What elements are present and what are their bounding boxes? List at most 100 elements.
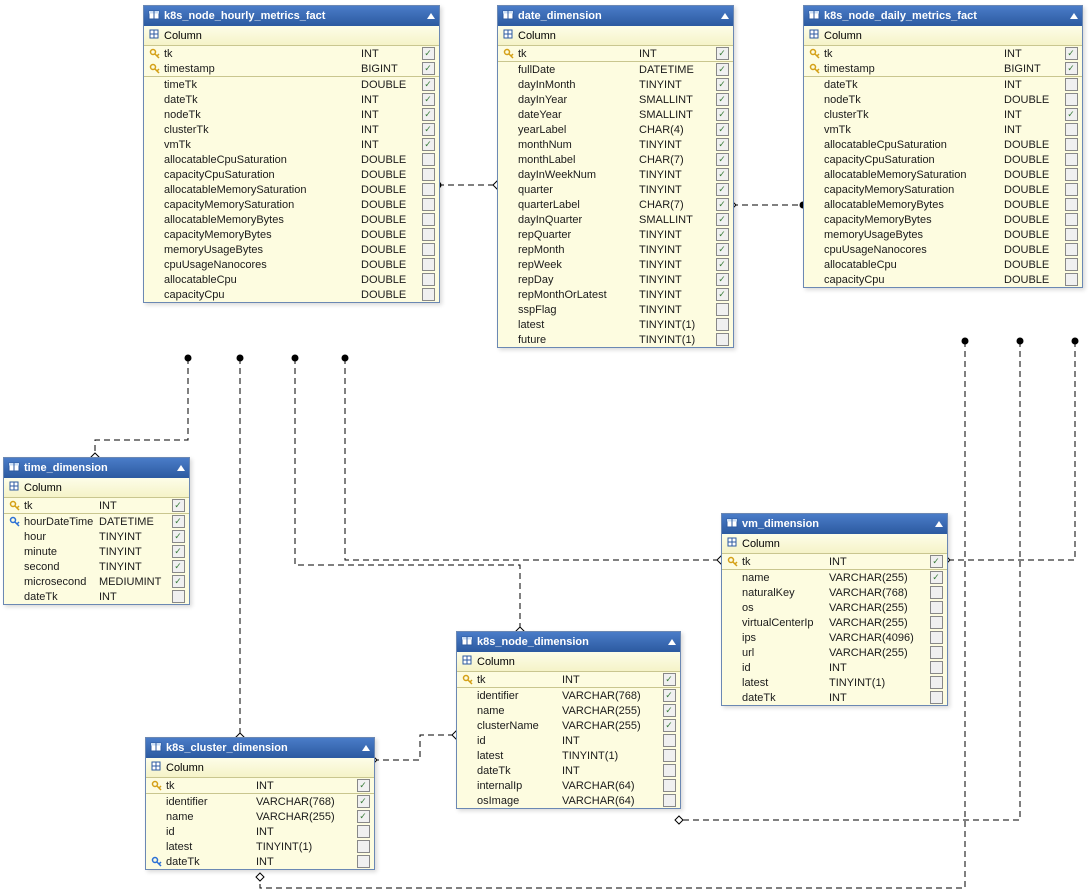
column-checkbox[interactable] xyxy=(421,153,435,166)
column-checkbox[interactable] xyxy=(715,228,729,241)
column-checkbox[interactable] xyxy=(662,779,676,792)
column-checkbox[interactable] xyxy=(662,794,676,807)
column-checkbox[interactable] xyxy=(421,168,435,181)
table-row[interactable]: dateTkINT xyxy=(804,76,1082,92)
column-checkbox[interactable] xyxy=(171,575,185,588)
column-checkbox[interactable] xyxy=(715,243,729,256)
column-checkbox[interactable] xyxy=(421,273,435,286)
table-row[interactable]: dayInMonthTINYINT xyxy=(498,77,733,92)
table-row[interactable]: fullDateDATETIME xyxy=(498,61,733,77)
table-row[interactable]: nodeTkDOUBLE xyxy=(804,92,1082,107)
table-row[interactable]: osImageVARCHAR(64) xyxy=(457,793,680,808)
table-row[interactable]: virtualCenterIpVARCHAR(255) xyxy=(722,615,947,630)
table-row[interactable]: tkINT xyxy=(146,778,374,793)
table-row[interactable]: yearLabelCHAR(4) xyxy=(498,122,733,137)
column-checkbox[interactable] xyxy=(1064,62,1078,75)
table-vm_dim[interactable]: vm_dimensionColumntkINTnameVARCHAR(255)n… xyxy=(721,513,948,706)
column-checkbox[interactable] xyxy=(1064,228,1078,241)
table-row[interactable]: latestTINYINT(1) xyxy=(146,839,374,854)
table-row[interactable]: dateTkINT xyxy=(457,763,680,778)
column-checkbox[interactable] xyxy=(356,840,370,853)
column-checkbox[interactable] xyxy=(421,47,435,60)
table-row[interactable]: allocatableCpuSaturationDOUBLE xyxy=(144,152,439,167)
column-checkbox[interactable] xyxy=(715,47,729,60)
column-checkbox[interactable] xyxy=(662,734,676,747)
table-row[interactable]: allocatableMemorySaturationDOUBLE xyxy=(144,182,439,197)
column-checkbox[interactable] xyxy=(715,168,729,181)
column-checkbox[interactable] xyxy=(1064,108,1078,121)
table-row[interactable]: capacityCpuSaturationDOUBLE xyxy=(144,167,439,182)
column-checkbox[interactable] xyxy=(1064,153,1078,166)
table-row[interactable]: nodeTkINT xyxy=(144,107,439,122)
table-row[interactable]: idINT xyxy=(146,824,374,839)
table-daily[interactable]: k8s_node_daily_metrics_factColumntkINTti… xyxy=(803,5,1083,288)
column-checkbox[interactable] xyxy=(715,333,729,346)
collapse-icon[interactable] xyxy=(668,639,676,645)
table-row[interactable]: memoryUsageBytesDOUBLE xyxy=(144,242,439,257)
table-row[interactable]: repMonthOrLatestTINYINT xyxy=(498,287,733,302)
table-row[interactable]: nameVARCHAR(255) xyxy=(722,569,947,585)
column-checkbox[interactable] xyxy=(715,318,729,331)
table-row[interactable]: clusterTkINT xyxy=(144,122,439,137)
column-checkbox[interactable] xyxy=(1064,168,1078,181)
table-row[interactable]: monthLabelCHAR(7) xyxy=(498,152,733,167)
table-row[interactable]: hourDateTimeDATETIME xyxy=(4,513,189,529)
table-row[interactable]: tkINT xyxy=(144,46,439,61)
column-checkbox[interactable] xyxy=(421,198,435,211)
column-checkbox[interactable] xyxy=(356,825,370,838)
column-checkbox[interactable] xyxy=(421,62,435,75)
column-checkbox[interactable] xyxy=(929,631,943,644)
column-checkbox[interactable] xyxy=(421,288,435,301)
column-checkbox[interactable] xyxy=(421,123,435,136)
column-checkbox[interactable] xyxy=(171,515,185,528)
column-checkbox[interactable] xyxy=(421,243,435,256)
table-row[interactable]: allocatableCpuSaturationDOUBLE xyxy=(804,137,1082,152)
table-row[interactable]: capacityMemorySaturationDOUBLE xyxy=(804,182,1082,197)
column-checkbox[interactable] xyxy=(1064,183,1078,196)
table-header[interactable]: k8s_node_hourly_metrics_fact xyxy=(144,6,439,26)
table-row[interactable]: dateTkINT xyxy=(144,92,439,107)
table-header[interactable]: k8s_node_dimension xyxy=(457,632,680,652)
table-row[interactable]: quarterLabelCHAR(7) xyxy=(498,197,733,212)
table-row[interactable]: dayInYearSMALLINT xyxy=(498,92,733,107)
column-checkbox[interactable] xyxy=(421,78,435,91)
collapse-icon[interactable] xyxy=(177,465,185,471)
column-checkbox[interactable] xyxy=(356,855,370,868)
column-checkbox[interactable] xyxy=(715,258,729,271)
column-checkbox[interactable] xyxy=(356,795,370,808)
table-row[interactable]: repQuarterTINYINT xyxy=(498,227,733,242)
column-checkbox[interactable] xyxy=(662,704,676,717)
column-checkbox[interactable] xyxy=(715,213,729,226)
column-checkbox[interactable] xyxy=(715,138,729,151)
column-checkbox[interactable] xyxy=(421,93,435,106)
column-checkbox[interactable] xyxy=(421,183,435,196)
collapse-icon[interactable] xyxy=(1070,13,1078,19)
column-checkbox[interactable] xyxy=(171,530,185,543)
table-header[interactable]: k8s_node_daily_metrics_fact xyxy=(804,6,1082,26)
column-checkbox[interactable] xyxy=(929,661,943,674)
column-checkbox[interactable] xyxy=(715,93,729,106)
table-row[interactable]: capacityCpuDOUBLE xyxy=(144,287,439,302)
column-checkbox[interactable] xyxy=(421,228,435,241)
column-checkbox[interactable] xyxy=(929,676,943,689)
table-row[interactable]: monthNumTINYINT xyxy=(498,137,733,152)
collapse-icon[interactable] xyxy=(721,13,729,19)
table-row[interactable]: vmTkINT xyxy=(144,137,439,152)
table-row[interactable]: cpuUsageNanocoresDOUBLE xyxy=(804,242,1082,257)
table-row[interactable]: timestampBIGINT xyxy=(804,61,1082,76)
table-node_dim[interactable]: k8s_node_dimensionColumntkINTidentifierV… xyxy=(456,631,681,809)
column-checkbox[interactable] xyxy=(1064,198,1078,211)
table-time_dim[interactable]: time_dimensionColumntkINThourDateTimeDAT… xyxy=(3,457,190,605)
column-checkbox[interactable] xyxy=(171,545,185,558)
table-row[interactable]: vmTkINT xyxy=(804,122,1082,137)
table-row[interactable]: idINT xyxy=(457,733,680,748)
table-header[interactable]: time_dimension xyxy=(4,458,189,478)
table-row[interactable]: timestampBIGINT xyxy=(144,61,439,76)
table-row[interactable]: allocatableMemoryBytesDOUBLE xyxy=(144,212,439,227)
table-row[interactable]: tkINT xyxy=(498,46,733,61)
column-checkbox[interactable] xyxy=(1064,273,1078,286)
table-row[interactable]: clusterTkINT xyxy=(804,107,1082,122)
column-checkbox[interactable] xyxy=(356,779,370,792)
table-row[interactable]: identifierVARCHAR(768) xyxy=(457,687,680,703)
table-row[interactable]: futureTINYINT(1) xyxy=(498,332,733,347)
